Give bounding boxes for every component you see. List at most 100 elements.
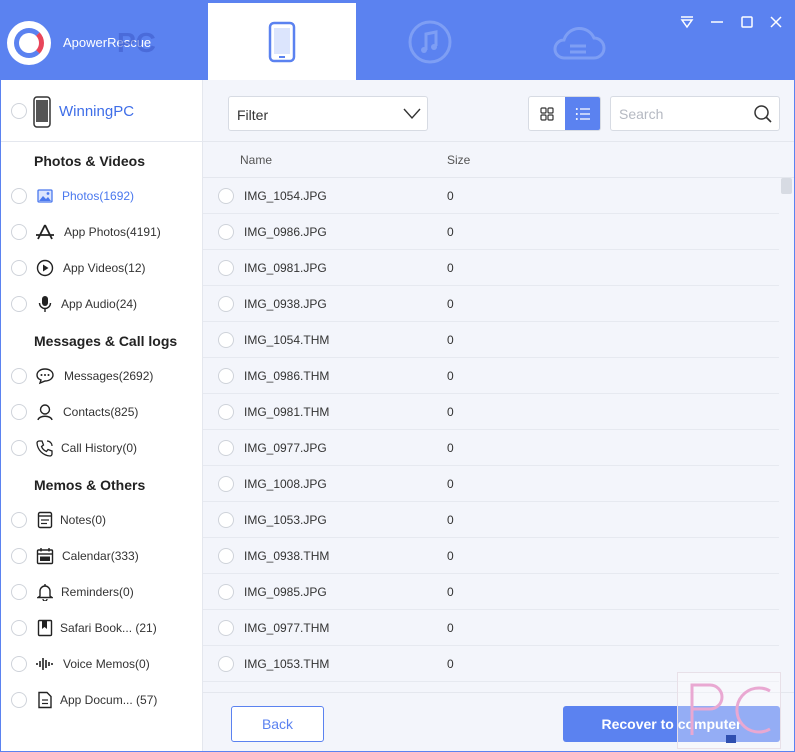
column-header-size[interactable]: Size <box>447 153 470 167</box>
item-checkbox[interactable] <box>11 296 27 312</box>
row-checkbox[interactable] <box>218 656 234 672</box>
file-size: 0 <box>447 261 454 275</box>
item-checkbox[interactable] <box>11 404 27 420</box>
search-icon[interactable] <box>753 104 773 124</box>
corner-watermark <box>677 672 781 749</box>
sidebar-item-photos[interactable]: Photos(1692) <box>1 178 202 214</box>
row-checkbox[interactable] <box>218 404 234 420</box>
device-checkbox[interactable] <box>11 103 27 119</box>
close-button[interactable] <box>767 13 785 31</box>
tab-itunes[interactable] <box>356 3 504 80</box>
tab-device[interactable] <box>208 3 356 80</box>
file-size: 0 <box>447 477 454 491</box>
item-checkbox[interactable] <box>11 548 27 564</box>
row-checkbox[interactable] <box>218 332 234 348</box>
item-checkbox[interactable] <box>11 188 27 204</box>
minimize-button[interactable] <box>708 13 726 31</box>
row-checkbox[interactable] <box>218 260 234 276</box>
sidebar-item-app-documents[interactable]: App Docum... (57) <box>1 682 202 718</box>
file-size: 0 <box>447 333 454 347</box>
item-checkbox[interactable] <box>11 656 27 672</box>
table-row[interactable]: IMG_1054.JPG 0 <box>203 178 779 214</box>
close-icon <box>770 16 782 28</box>
sidebar-item-voice-memos[interactable]: Voice Memos(0) <box>1 646 202 682</box>
sidebar-item-label: Reminders(0) <box>61 585 134 599</box>
row-checkbox[interactable] <box>218 296 234 312</box>
sidebar-item-calendar[interactable]: Calendar(333) <box>1 538 202 574</box>
sidebar-item-label: App Audio(24) <box>61 297 138 311</box>
file-size: 0 <box>447 441 454 455</box>
table-row[interactable]: IMG_0985.JPG 0 <box>203 574 779 610</box>
row-checkbox[interactable] <box>218 368 234 384</box>
item-checkbox[interactable] <box>11 260 27 276</box>
sidebar-item-app-photos[interactable]: App Photos(4191) <box>1 214 202 250</box>
file-size: 0 <box>447 657 454 671</box>
cloud-icon <box>553 26 606 59</box>
file-name: IMG_0981.JPG <box>244 261 327 275</box>
view-toggle <box>528 96 601 131</box>
row-checkbox[interactable] <box>218 188 234 204</box>
table-row[interactable]: IMG_1054.THM 0 <box>203 322 779 358</box>
sidebar-item-label: Call History(0) <box>61 441 138 455</box>
column-header-name[interactable]: Name <box>240 153 272 167</box>
menu-button[interactable] <box>678 13 696 31</box>
file-size: 0 <box>447 405 454 419</box>
music-icon <box>408 20 452 63</box>
table-row[interactable]: IMG_0986.JPG 0 <box>203 214 779 250</box>
vertical-scrollbar[interactable] <box>779 178 794 692</box>
back-button[interactable]: Back <box>231 706 324 742</box>
row-checkbox[interactable] <box>218 476 234 492</box>
row-checkbox[interactable] <box>218 620 234 636</box>
chevron-down-icon <box>403 108 421 120</box>
sidebar-item-notes[interactable]: Notes(0) <box>1 502 202 538</box>
filter-dropdown[interactable]: Filter <box>228 96 428 131</box>
table-row[interactable]: IMG_0981.THM 0 <box>203 394 779 430</box>
scrollbar-thumb[interactable] <box>781 178 792 194</box>
sidebar-item-label: Safari Book... (21) <box>60 621 157 635</box>
tab-icloud[interactable] <box>504 3 652 80</box>
sidebar-item-reminders[interactable]: Reminders(0) <box>1 574 202 610</box>
file-list: IMG_1054.JPG 0 IMG_0986.JPG 0 IMG_0981.JPG… <box>203 178 779 692</box>
sidebar-item-safari-bookmarks[interactable]: Safari Book... (21) <box>1 610 202 646</box>
item-checkbox[interactable] <box>11 440 27 456</box>
item-checkbox[interactable] <box>11 620 27 636</box>
row-checkbox[interactable] <box>218 512 234 528</box>
table-row[interactable]: IMG_1008.JPG 0 <box>203 466 779 502</box>
play-icon <box>35 258 55 278</box>
sidebar-item-app-videos[interactable]: App Videos(12) <box>1 250 202 286</box>
table-row[interactable]: IMG_1053.JPG 0 <box>203 502 779 538</box>
item-checkbox[interactable] <box>11 584 27 600</box>
item-checkbox[interactable] <box>11 692 27 708</box>
table-row[interactable]: IMG_0938.JPG 0 <box>203 286 779 322</box>
row-checkbox[interactable] <box>218 224 234 240</box>
contact-icon <box>35 402 55 422</box>
search-input[interactable] <box>619 105 749 123</box>
sidebar-item-label: Voice Memos(0) <box>63 657 150 671</box>
row-checkbox[interactable] <box>218 548 234 564</box>
item-checkbox[interactable] <box>11 224 27 240</box>
table-row[interactable]: IMG_0977.JPG 0 <box>203 430 779 466</box>
sidebar-item-contacts[interactable]: Contacts(825) <box>1 394 202 430</box>
chat-icon <box>35 366 55 386</box>
minimize-icon <box>711 21 723 23</box>
sidebar-item-label: Notes(0) <box>60 513 107 527</box>
table-row[interactable]: IMG_0981.JPG 0 <box>203 250 779 286</box>
row-checkbox[interactable] <box>218 440 234 456</box>
row-checkbox[interactable] <box>218 584 234 600</box>
sidebar-item-app-audio[interactable]: App Audio(24) <box>1 286 202 322</box>
file-name: IMG_0981.THM <box>244 405 330 419</box>
table-row[interactable]: IMG_0938.THM 0 <box>203 538 779 574</box>
grid-view-button[interactable] <box>529 97 565 130</box>
device-row[interactable]: WinningPC <box>1 80 202 142</box>
sidebar-item-call-history[interactable]: Call History(0) <box>1 430 202 466</box>
iphone-icon <box>33 96 51 128</box>
sidebar-item-messages[interactable]: Messages(2692) <box>1 358 202 394</box>
title-bar: ApowerRescue PC <box>1 1 794 80</box>
sidebar-item-label: App Photos(4191) <box>64 225 161 239</box>
item-checkbox[interactable] <box>11 368 27 384</box>
item-checkbox[interactable] <box>11 512 27 528</box>
table-row[interactable]: IMG_0986.THM 0 <box>203 358 779 394</box>
table-row[interactable]: IMG_0977.THM 0 <box>203 610 779 646</box>
maximize-button[interactable] <box>738 13 756 31</box>
list-view-button[interactable] <box>565 97 600 130</box>
